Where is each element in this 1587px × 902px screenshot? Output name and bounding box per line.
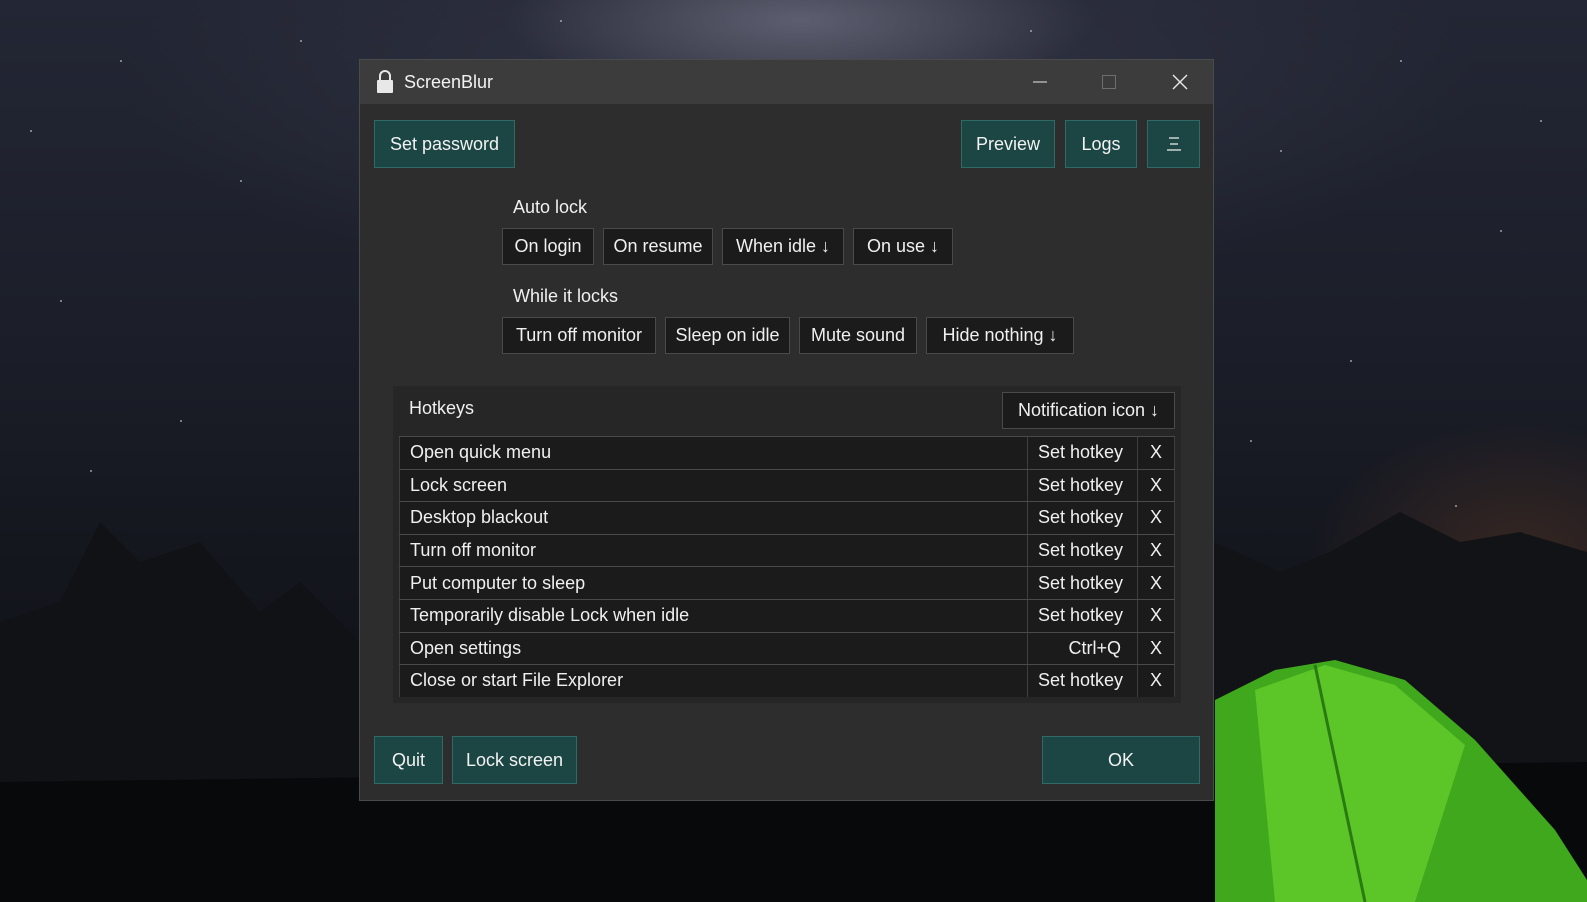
clear-hotkey-button[interactable]: X [1137,567,1175,599]
clear-hotkey-button[interactable]: X [1137,469,1175,502]
title-bar: ScreenBlur [360,60,1213,104]
logs-button[interactable]: Logs [1065,120,1137,168]
hide-nothing-dropdown[interactable]: Hide nothing ↓ [926,317,1074,354]
set-hotkey-button[interactable]: Set hotkey [1027,469,1137,502]
hotkey-row: Open quick menu Set hotkey X [399,436,1175,469]
ok-button[interactable]: OK [1042,736,1200,784]
hamburger-menu-icon [1166,137,1181,151]
hotkey-action: Open settings [399,632,1027,665]
hotkey-action: Put computer to sleep [399,567,1027,599]
lock-screen-button[interactable]: Lock screen [452,736,577,784]
quit-button[interactable]: Quit [374,736,443,784]
on-login-toggle[interactable]: On login [502,228,594,265]
turn-off-monitor-toggle[interactable]: Turn off monitor [502,317,656,354]
set-hotkey-button[interactable]: Set hotkey [1027,599,1137,632]
hotkeys-heading: Hotkeys [409,398,475,418]
auto-lock-heading: Auto lock [513,197,588,217]
clear-hotkey-button[interactable]: X [1137,665,1175,697]
hotkeys-panel: Hotkeys Notification icon ↓ Open quick m… [393,386,1181,703]
maximize-icon [1102,75,1116,89]
sleep-on-idle-toggle[interactable]: Sleep on idle [665,317,790,354]
clear-hotkey-button[interactable]: X [1137,437,1175,469]
lock-icon [374,69,396,95]
close-button[interactable] [1146,60,1214,104]
when-idle-dropdown[interactable]: When idle ↓ [722,228,844,265]
clear-hotkey-button[interactable]: X [1137,632,1175,665]
hotkey-action: Lock screen [399,469,1027,502]
minimize-icon [1033,81,1047,83]
hotkey-row: Put computer to sleep Set hotkey X [399,566,1175,599]
hotkey-action: Close or start File Explorer [399,665,1027,697]
hotkey-row: Temporarily disable Lock when idle Set h… [399,598,1175,632]
hotkey-action: Desktop blackout [399,502,1027,534]
clear-hotkey-button[interactable]: X [1137,502,1175,534]
while-it-locks-heading: While it locks [513,286,619,306]
clear-hotkey-button[interactable]: X [1137,534,1175,567]
mute-sound-toggle[interactable]: Mute sound [799,317,917,354]
close-icon [1172,74,1188,90]
on-resume-toggle[interactable]: On resume [603,228,713,265]
set-hotkey-button[interactable]: Set hotkey [1027,502,1137,534]
minimize-button[interactable] [1006,60,1074,104]
set-hotkey-button[interactable]: Set hotkey [1027,665,1137,697]
menu-button[interactable] [1147,120,1200,168]
notification-icon-dropdown[interactable]: Notification icon ↓ [1002,392,1175,429]
tent-image [1215,660,1587,902]
set-hotkey-button[interactable]: Set hotkey [1027,567,1137,599]
hotkey-row: Close or start File Explorer Set hotkey … [399,664,1175,697]
hotkey-action: Turn off monitor [399,534,1027,567]
on-use-dropdown[interactable]: On use ↓ [853,228,953,265]
set-hotkey-button[interactable]: Set hotkey [1027,437,1137,469]
hotkey-action: Temporarily disable Lock when idle [399,599,1027,632]
hotkey-row: Desktop blackout Set hotkey X [399,501,1175,534]
clear-hotkey-button[interactable]: X [1137,599,1175,632]
screenblur-window: ScreenBlur Set password Preview Logs Aut… [359,59,1214,801]
preview-button[interactable]: Preview [961,120,1055,168]
window-title: ScreenBlur [404,71,494,92]
hotkey-row: Lock screen Set hotkey X [399,468,1175,502]
set-password-button[interactable]: Set password [374,120,515,168]
maximize-button[interactable] [1075,60,1143,104]
hotkey-row: Turn off monitor Set hotkey X [399,533,1175,567]
hotkeys-table: Open quick menu Set hotkey X Lock screen… [399,436,1175,697]
hotkey-action: Open quick menu [399,437,1027,469]
hotkey-row: Open settings Ctrl+Q X [399,631,1175,665]
set-hotkey-button[interactable]: Set hotkey [1027,534,1137,567]
set-hotkey-button[interactable]: Ctrl+Q [1027,632,1137,665]
